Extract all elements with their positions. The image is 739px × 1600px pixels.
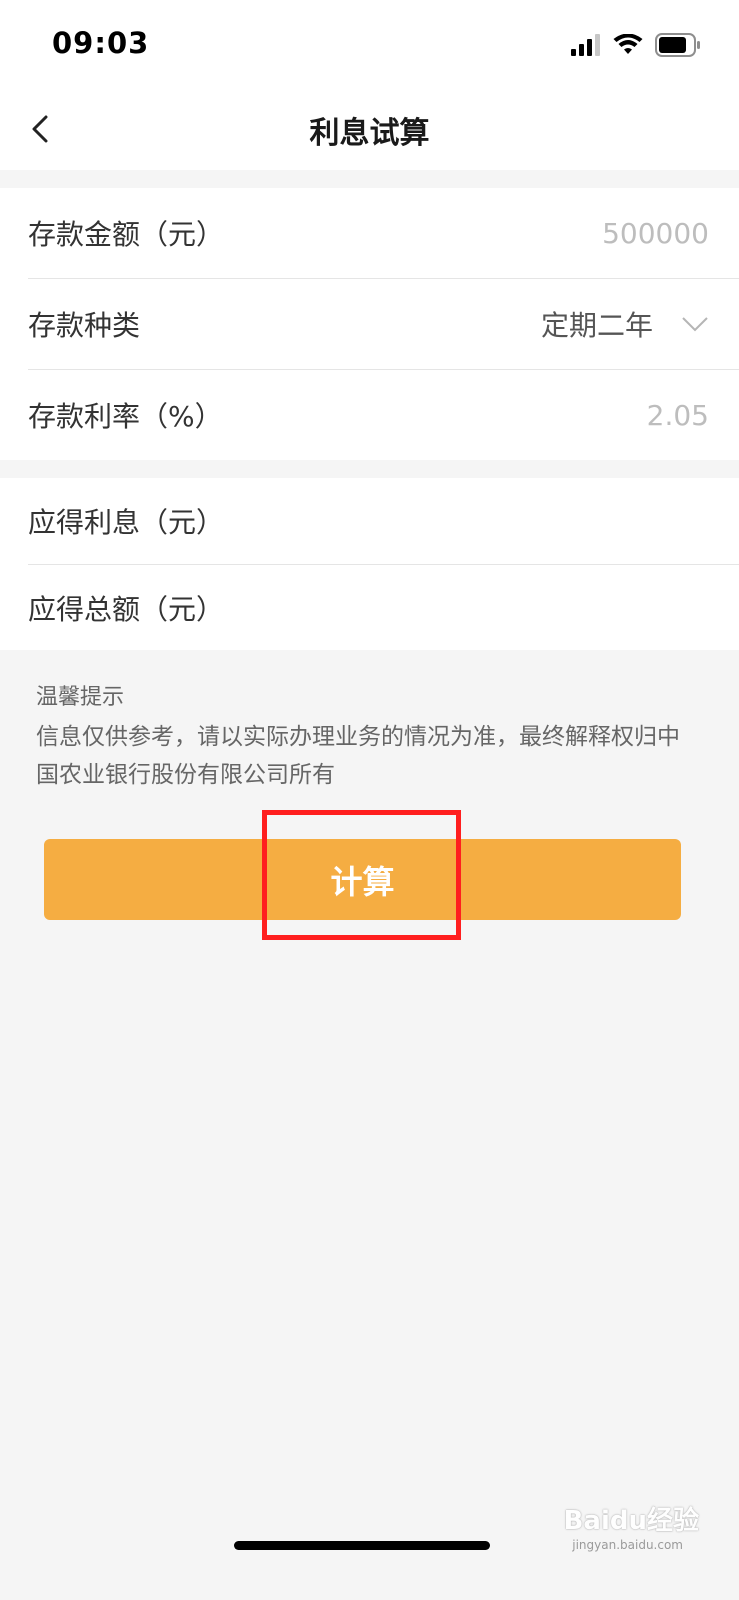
- total-row: 应得总额（元）: [28, 565, 739, 651]
- status-icons: [571, 32, 701, 58]
- status-bar: 09:03: [0, 0, 739, 90]
- deposit-type-value: 定期二年: [540, 309, 653, 342]
- result-group: 应得利息（元） 应得总额（元）: [0, 478, 739, 650]
- amount-row[interactable]: 存款金额（元） 500000: [28, 188, 739, 279]
- tips-body: 信息仅供参考，请以实际办理业务的情况为准，最终解释权归中国农业银行股份有限公司所…: [36, 724, 680, 788]
- chevron-down-icon: [682, 317, 708, 332]
- baidu-watermark-url: jingyan.baidu.com: [572, 1538, 683, 1552]
- total-label: 应得总额（元）: [28, 593, 225, 626]
- rate-row[interactable]: 存款利率（%） 2.05: [28, 370, 739, 460]
- deposit-form-group: 存款金额（元） 500000 存款种类 定期二年 存款利率（%） 2.05: [0, 188, 739, 460]
- deposit-type-select[interactable]: 定期二年: [541, 304, 709, 344]
- rate-label: 存款利率（%）: [28, 400, 223, 433]
- amount-input[interactable]: 500000: [602, 217, 709, 250]
- wifi-icon: [613, 34, 643, 54]
- amount-label: 存款金额（元）: [28, 218, 225, 251]
- page-title: 利息试算: [309, 116, 430, 151]
- tips-section: 温馨提示 信息仅供参考，请以实际办理业务的情况为准，最终解释权归中国农业银行股份…: [36, 680, 696, 794]
- nav-bar: 利息试算: [0, 90, 739, 170]
- deposit-type-label: 存款种类: [28, 309, 141, 342]
- battery-icon: [655, 33, 700, 57]
- cellular-signal-icon: [571, 34, 600, 56]
- rate-input[interactable]: 2.05: [647, 399, 709, 432]
- deposit-type-row[interactable]: 存款种类 定期二年: [28, 279, 739, 370]
- tips-title: 温馨提示: [36, 685, 125, 710]
- home-indicator: [234, 1541, 490, 1550]
- calculate-button[interactable]: 计算: [44, 839, 681, 920]
- status-time: 09:03: [52, 26, 150, 60]
- interest-row: 应得利息（元）: [28, 478, 739, 565]
- baidu-watermark: Baidu经验: [563, 1506, 699, 1536]
- interest-label: 应得利息（元）: [28, 506, 225, 539]
